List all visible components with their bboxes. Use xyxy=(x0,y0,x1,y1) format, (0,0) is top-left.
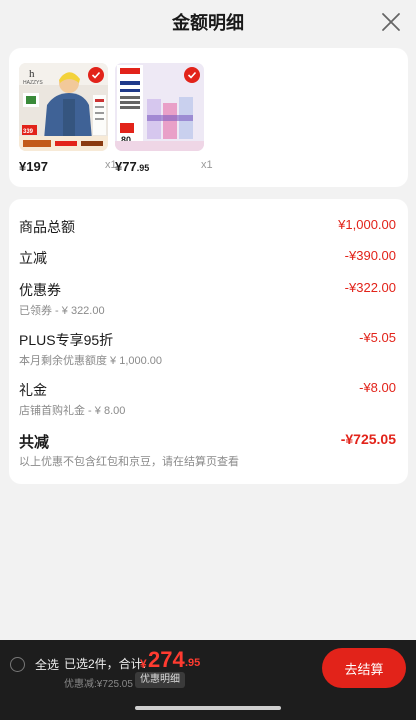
row-label: PLUS专享95折 xyxy=(19,332,114,348)
close-icon[interactable] xyxy=(380,11,402,33)
select-all-label[interactable]: 全选 xyxy=(35,656,59,673)
row-subtext: 店铺首购礼金 - ¥ 8.00 xyxy=(19,405,126,417)
product-image[interactable]: h HAZZYS 339 xyxy=(19,63,108,151)
checked-icon[interactable] xyxy=(184,67,200,83)
home-indicator xyxy=(135,706,281,710)
row-value: -¥725.05 xyxy=(340,431,396,447)
summary-card: 商品总额 ¥1,000.00 立减 -¥390.00 优惠券 -¥322.00 … xyxy=(9,199,408,484)
row-value: -¥5.05 xyxy=(359,330,396,345)
row-label: 共减 xyxy=(19,434,50,451)
product-price: ¥77.95 xyxy=(115,159,150,174)
row-label: 立减 xyxy=(19,250,47,266)
discount-summary: 优惠减:¥725.05 xyxy=(64,679,133,690)
svg-text:h: h xyxy=(29,68,35,80)
total-amount-decimal: .95 xyxy=(185,657,201,669)
select-all-radio[interactable] xyxy=(10,657,25,672)
row-label: 商品总额 xyxy=(19,219,75,235)
product-price: ¥197 xyxy=(19,159,48,174)
product-item[interactable]: 80 ¥77.95 x1 xyxy=(115,63,213,174)
checkout-button[interactable]: 去结算 xyxy=(322,648,406,688)
products-card: h HAZZYS 339 ¥197 x1 80 ¥77.95 x1 xyxy=(9,48,408,187)
checked-icon[interactable] xyxy=(88,67,104,83)
discount-detail-button[interactable]: 优惠明细 xyxy=(135,672,185,688)
svg-text:339: 339 xyxy=(23,129,34,135)
row-value: ¥1,000.00 xyxy=(338,217,396,232)
total-currency: ¥ xyxy=(140,657,147,671)
row-subtext: 本月剩余优惠额度 ¥ 1,000.00 xyxy=(19,355,163,367)
product-qty: x1 xyxy=(201,159,213,171)
product-image[interactable]: 80 xyxy=(115,63,204,151)
row-subtext: 已领券 - ¥ 322.00 xyxy=(19,305,105,317)
selected-count: 已选2件，合计: xyxy=(64,657,147,671)
svg-text:HAZZYS: HAZZYS xyxy=(23,80,43,86)
header: 金额明细 xyxy=(0,0,416,44)
row-label: 优惠券 xyxy=(19,282,61,298)
page-title: 金额明细 xyxy=(172,13,244,33)
row-label: 礼金 xyxy=(19,382,47,398)
row-subtext: 以上优惠不包含红包和京豆，请在结算页查看 xyxy=(19,456,239,468)
row-value: -¥322.00 xyxy=(344,280,396,295)
row-value: -¥8.00 xyxy=(359,380,396,395)
total-amount: 274 xyxy=(148,647,185,672)
row-value: -¥390.00 xyxy=(344,248,396,263)
product-item[interactable]: h HAZZYS 339 ¥197 x1 xyxy=(19,63,117,174)
